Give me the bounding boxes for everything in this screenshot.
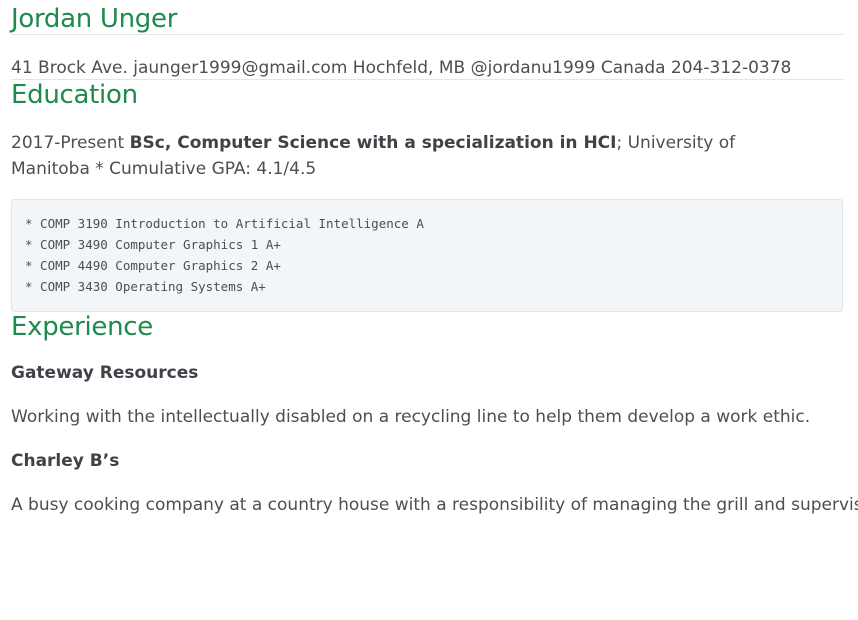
job-employer: Gateway Resources (11, 363, 199, 383)
education-entry: 2017-Present BSc, Computer Science with … (11, 130, 811, 182)
experience-heading: Experience (11, 312, 153, 342)
contact-line: 41 Brock Ave. jaunger1999@gmail.com Hoch… (11, 58, 792, 78)
resume-content: Jordan Unger 41 Brock Ave. jaunger1999@g… (11, 0, 858, 516)
education-period: 2017-Present (11, 133, 125, 153)
resume-page: Jordan Unger 41 Brock Ave. jaunger1999@g… (0, 0, 858, 620)
person-name: Jordan Unger (11, 4, 178, 34)
course-line: * COMP 3430 Operating Systems A+ (25, 279, 266, 294)
job-employer: Charley B’s (11, 451, 120, 471)
course-line: * COMP 3490 Computer Graphics 1 A+ (25, 237, 281, 252)
job-description: A busy cooking company at a country hous… (11, 495, 858, 515)
courses-code-block: * COMP 3190 Introduction to Artificial I… (11, 199, 843, 312)
course-line: * COMP 3190 Introduction to Artificial I… (25, 216, 424, 231)
job-description: Working with the intellectually disabled… (11, 407, 811, 427)
education-heading: Education (11, 80, 138, 110)
header-divider (11, 34, 843, 35)
education-degree: BSc, Computer Science with a specializat… (129, 133, 617, 153)
course-line: * COMP 4490 Computer Graphics 2 A+ (25, 258, 281, 273)
